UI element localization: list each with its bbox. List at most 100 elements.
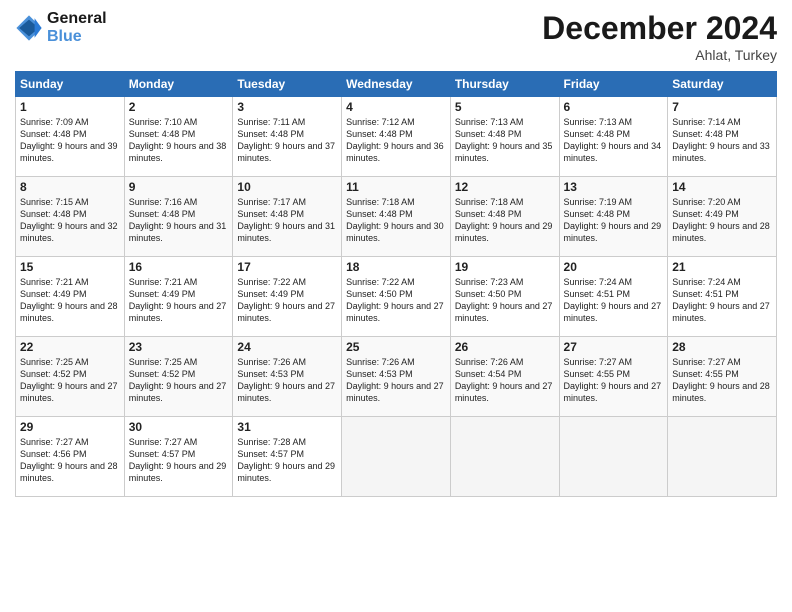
day-number: 13 [564, 180, 664, 194]
calendar-cell [559, 417, 668, 497]
header-tuesday: Tuesday [233, 72, 342, 97]
cell-info: Sunrise: 7:28 AMSunset: 4:57 PMDaylight:… [237, 437, 335, 483]
day-number: 1 [20, 100, 120, 114]
day-number: 26 [455, 340, 555, 354]
calendar-cell: 19 Sunrise: 7:23 AMSunset: 4:50 PMDayligh… [450, 257, 559, 337]
calendar-cell: 4 Sunrise: 7:12 AMSunset: 4:48 PMDaylight… [342, 97, 451, 177]
cell-info: Sunrise: 7:26 AMSunset: 4:54 PMDaylight:… [455, 357, 553, 403]
cell-info: Sunrise: 7:12 AMSunset: 4:48 PMDaylight:… [346, 117, 444, 163]
calendar-cell: 15Sunrise: 7:21 AMSunset: 4:49 PMDayligh… [16, 257, 125, 337]
week-row-3: 15Sunrise: 7:21 AMSunset: 4:49 PMDayligh… [16, 257, 777, 337]
cell-info: Sunrise: 7:26 AMSunset: 4:53 PMDaylight:… [237, 357, 335, 403]
cell-info: Sunrise: 7:17 AMSunset: 4:48 PMDaylight:… [237, 197, 335, 243]
cell-info: Sunrise: 7:19 AMSunset: 4:48 PMDaylight:… [564, 197, 662, 243]
logo-icon [15, 14, 43, 42]
cell-info: Sunrise: 7:09 AMSunset: 4:48 PMDaylight:… [20, 117, 118, 163]
week-row-1: 1 Sunrise: 7:09 AMSunset: 4:48 PMDaylight… [16, 97, 777, 177]
cell-info: Sunrise: 7:21 AMSunset: 4:49 PMDaylight:… [20, 277, 118, 323]
calendar-cell: 24 Sunrise: 7:26 AMSunset: 4:53 PMDayligh… [233, 337, 342, 417]
day-number: 4 [346, 100, 446, 114]
calendar-cell: 31Sunrise: 7:28 AMSunset: 4:57 PMDayligh… [233, 417, 342, 497]
week-row-4: 22 Sunrise: 7:25 AMSunset: 4:52 PMDayligh… [16, 337, 777, 417]
calendar-cell: 11 Sunrise: 7:18 AMSunset: 4:48 PMDayligh… [342, 177, 451, 257]
day-number: 16 [129, 260, 229, 274]
header-monday: Monday [124, 72, 233, 97]
calendar-cell: 9 Sunrise: 7:16 AMSunset: 4:48 PMDaylight… [124, 177, 233, 257]
cell-info: Sunrise: 7:24 AMSunset: 4:51 PMDaylight:… [564, 277, 662, 323]
day-number: 2 [129, 100, 229, 114]
calendar-cell: 28 Sunrise: 7:27 AMSunset: 4:55 PMDayligh… [668, 337, 777, 417]
logo: General Blue [15, 10, 107, 46]
header-sunday: Sunday [16, 72, 125, 97]
day-number: 25 [346, 340, 446, 354]
calendar-cell: 25Sunrise: 7:26 AMSunset: 4:53 PMDayligh… [342, 337, 451, 417]
calendar-cell: 10 Sunrise: 7:17 AMSunset: 4:48 PMDayligh… [233, 177, 342, 257]
calendar-cell: 21 Sunrise: 7:24 AMSunset: 4:51 PMDayligh… [668, 257, 777, 337]
calendar-cell: 26 Sunrise: 7:26 AMSunset: 4:54 PMDayligh… [450, 337, 559, 417]
calendar-cell: 13 Sunrise: 7:19 AMSunset: 4:48 PMDayligh… [559, 177, 668, 257]
calendar-cell: 5 Sunrise: 7:13 AMSunset: 4:48 PMDaylight… [450, 97, 559, 177]
calendar-cell: 22 Sunrise: 7:25 AMSunset: 4:52 PMDayligh… [16, 337, 125, 417]
calendar-cell: 12 Sunrise: 7:18 AMSunset: 4:48 PMDayligh… [450, 177, 559, 257]
cell-info: Sunrise: 7:11 AMSunset: 4:48 PMDaylight:… [237, 117, 335, 163]
day-number: 17 [237, 260, 337, 274]
calendar-cell: 29Sunrise: 7:27 AMSunset: 4:56 PMDayligh… [16, 417, 125, 497]
day-number: 21 [672, 260, 772, 274]
cell-info: Sunrise: 7:27 AMSunset: 4:57 PMDaylight:… [129, 437, 227, 483]
day-number: 28 [672, 340, 772, 354]
calendar-cell: 17Sunrise: 7:22 AMSunset: 4:49 PMDayligh… [233, 257, 342, 337]
calendar-table: SundayMondayTuesdayWednesdayThursdayFrid… [15, 71, 777, 497]
calendar-cell: 14 Sunrise: 7:20 AMSunset: 4:49 PMDayligh… [668, 177, 777, 257]
header-row: SundayMondayTuesdayWednesdayThursdayFrid… [16, 72, 777, 97]
day-number: 12 [455, 180, 555, 194]
cell-info: Sunrise: 7:20 AMSunset: 4:49 PMDaylight:… [672, 197, 770, 243]
day-number: 20 [564, 260, 664, 274]
calendar-cell: 1 Sunrise: 7:09 AMSunset: 4:48 PMDaylight… [16, 97, 125, 177]
cell-info: Sunrise: 7:18 AMSunset: 4:48 PMDaylight:… [346, 197, 444, 243]
day-number: 11 [346, 180, 446, 194]
day-number: 23 [129, 340, 229, 354]
cell-info: Sunrise: 7:24 AMSunset: 4:51 PMDaylight:… [672, 277, 770, 323]
main-container: General Blue December 2024 Ahlat, Turkey… [0, 0, 792, 507]
header-friday: Friday [559, 72, 668, 97]
day-number: 6 [564, 100, 664, 114]
day-number: 8 [20, 180, 120, 194]
calendar-cell [342, 417, 451, 497]
header-saturday: Saturday [668, 72, 777, 97]
cell-info: Sunrise: 7:16 AMSunset: 4:48 PMDaylight:… [129, 197, 227, 243]
cell-info: Sunrise: 7:13 AMSunset: 4:48 PMDaylight:… [455, 117, 553, 163]
day-number: 24 [237, 340, 337, 354]
cell-info: Sunrise: 7:27 AMSunset: 4:56 PMDaylight:… [20, 437, 118, 483]
day-number: 27 [564, 340, 664, 354]
day-number: 10 [237, 180, 337, 194]
cell-info: Sunrise: 7:21 AMSunset: 4:49 PMDaylight:… [129, 277, 227, 323]
day-number: 9 [129, 180, 229, 194]
day-number: 19 [455, 260, 555, 274]
cell-info: Sunrise: 7:18 AMSunset: 4:48 PMDaylight:… [455, 197, 553, 243]
cell-info: Sunrise: 7:22 AMSunset: 4:50 PMDaylight:… [346, 277, 444, 323]
calendar-cell: 2 Sunrise: 7:10 AMSunset: 4:48 PMDaylight… [124, 97, 233, 177]
day-number: 30 [129, 420, 229, 434]
location: Ahlat, Turkey [542, 47, 777, 63]
logo-text: General Blue [47, 10, 107, 46]
cell-info: Sunrise: 7:25 AMSunset: 4:52 PMDaylight:… [20, 357, 118, 403]
calendar-cell [450, 417, 559, 497]
cell-info: Sunrise: 7:15 AMSunset: 4:48 PMDaylight:… [20, 197, 118, 243]
cell-info: Sunrise: 7:13 AMSunset: 4:48 PMDaylight:… [564, 117, 662, 163]
calendar-cell: 8 Sunrise: 7:15 AMSunset: 4:48 PMDaylight… [16, 177, 125, 257]
cell-info: Sunrise: 7:27 AMSunset: 4:55 PMDaylight:… [672, 357, 770, 403]
page-header: General Blue December 2024 Ahlat, Turkey [15, 10, 777, 63]
day-number: 3 [237, 100, 337, 114]
month-title: December 2024 [542, 10, 777, 47]
day-number: 14 [672, 180, 772, 194]
day-number: 5 [455, 100, 555, 114]
day-number: 22 [20, 340, 120, 354]
cell-info: Sunrise: 7:23 AMSunset: 4:50 PMDaylight:… [455, 277, 553, 323]
cell-info: Sunrise: 7:14 AMSunset: 4:48 PMDaylight:… [672, 117, 770, 163]
calendar-cell: 27 Sunrise: 7:27 AMSunset: 4:55 PMDayligh… [559, 337, 668, 417]
cell-info: Sunrise: 7:10 AMSunset: 4:48 PMDaylight:… [129, 117, 227, 163]
cell-info: Sunrise: 7:27 AMSunset: 4:55 PMDaylight:… [564, 357, 662, 403]
calendar-cell: 23Sunrise: 7:25 AMSunset: 4:52 PMDayligh… [124, 337, 233, 417]
calendar-cell: 16 Sunrise: 7:21 AMSunset: 4:49 PMDayligh… [124, 257, 233, 337]
calendar-cell: 20 Sunrise: 7:24 AMSunset: 4:51 PMDayligh… [559, 257, 668, 337]
